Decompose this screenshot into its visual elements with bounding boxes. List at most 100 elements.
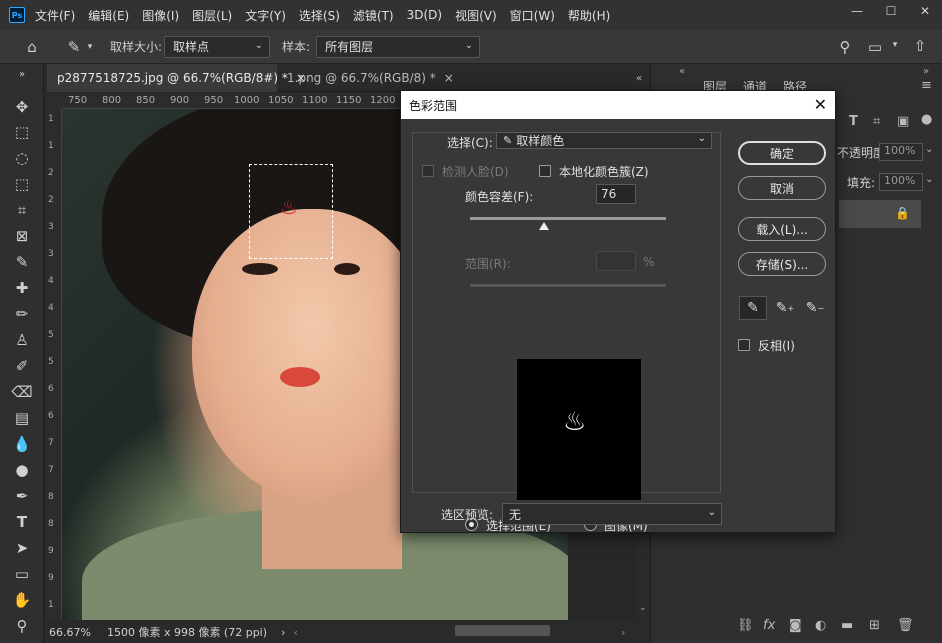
rectangle-tool-icon[interactable]: ▭ — [11, 563, 33, 585]
group-folder-icon[interactable]: ▬ — [841, 618, 853, 633]
selection-preview-select[interactable]: 无 ⌄ — [502, 503, 722, 525]
tab-document-2[interactable]: 1.png @ 66.7%(RGB/8) * × — [277, 64, 454, 92]
cancel-button[interactable]: 取消 — [738, 176, 826, 200]
marquee-tool-icon[interactable]: ⬚ — [11, 121, 33, 143]
chevron-down-icon[interactable]: ▾ — [890, 40, 900, 50]
opacity-field[interactable]: 100% — [879, 143, 923, 161]
close-icon[interactable]: ✕ — [814, 95, 827, 114]
sample-select[interactable]: 所有图层 ⌄ — [316, 35, 481, 58]
invert-checkbox[interactable] — [738, 339, 750, 351]
sample-size-select[interactable]: 取样点 ⌄ — [164, 35, 271, 58]
chevron-down-icon[interactable]: ⌄ — [639, 603, 647, 613]
menu-select[interactable]: 选择(S) — [299, 7, 340, 24]
collapse-icon[interactable]: » — [11, 68, 33, 80]
load-button[interactable]: 载入(L)... — [738, 217, 826, 241]
selection-mask-shape-icon: ♨ — [563, 407, 587, 437]
ok-button[interactable]: 确定 — [738, 141, 826, 165]
eyedropper-sample-icon[interactable]: ✎ — [739, 296, 767, 320]
eyedropper-add-icon[interactable]: ✎ + — [771, 296, 799, 320]
fuzziness-slider-thumb[interactable] — [539, 222, 550, 230]
menu-type[interactable]: 文字(Y) — [245, 7, 286, 24]
close-window-button[interactable]: ✕ — [908, 0, 942, 22]
dodge-tool-icon[interactable]: ● — [11, 459, 33, 481]
new-layer-icon[interactable]: ⊞ — [869, 618, 880, 633]
localized-clusters-checkbox[interactable] — [539, 165, 551, 177]
adjustment-layer-icon[interactable]: ◐ — [815, 618, 826, 633]
pen-tool-icon[interactable]: ✒ — [11, 485, 33, 507]
frame-tool-icon[interactable]: ⊠ — [11, 225, 33, 247]
localized-clusters-label: 本地化颜色簇(Z) — [559, 165, 649, 179]
menu-view[interactable]: 视图(V) — [455, 7, 497, 24]
chevron-right-icon[interactable]: › — [621, 626, 625, 639]
home-icon[interactable]: ⌂ — [20, 38, 44, 56]
range-slider-track[interactable] — [470, 284, 666, 287]
move-tool-icon[interactable]: ✥ — [11, 96, 33, 118]
filter-toggle-icon[interactable]: ● — [921, 112, 932, 127]
type-tool-icon[interactable]: T — [11, 511, 33, 533]
select-dropdown[interactable]: ✎ 取样颜色 ⌄ — [496, 132, 712, 149]
fuzziness-input[interactable]: 76 — [596, 184, 636, 204]
panel-menu-icon[interactable]: ≡ — [921, 78, 932, 93]
zoom-tool-icon[interactable]: ⚲ — [11, 615, 33, 637]
chevron-down-icon[interactable]: ⌄ — [925, 174, 933, 185]
fx-icon[interactable]: fx — [763, 618, 775, 633]
chevron-down-icon[interactable]: ⌄ — [925, 144, 933, 155]
collapse-icon[interactable]: « — [679, 66, 685, 77]
horizontal-scrollbar-thumb[interactable] — [455, 625, 550, 636]
menu-filter[interactable]: 滤镜(T) — [353, 7, 394, 24]
save-button[interactable]: 存储(S)... — [738, 252, 826, 276]
fuzziness-slider-track[interactable] — [470, 217, 666, 220]
trash-icon[interactable]: 🗑 — [897, 618, 914, 633]
fill-field[interactable]: 100% — [879, 173, 923, 191]
chevron-right-icon[interactable]: › — [281, 626, 285, 639]
menu-image[interactable]: 图像(I) — [142, 7, 179, 24]
expand-icon[interactable]: » — [923, 66, 929, 77]
tool-preset-chevron-icon[interactable]: ▾ — [84, 42, 96, 52]
eyedropper-tool-icon[interactable]: ✎ — [11, 251, 33, 273]
range-input[interactable] — [596, 251, 636, 271]
tab-document-1[interactable]: p2877518725.jpg @ 66.7%(RGB/8#) * × — [47, 64, 306, 92]
eraser-tool-icon[interactable]: ⌫ — [11, 381, 33, 403]
blur-tool-icon[interactable]: 💧 — [11, 433, 33, 455]
zoom-level[interactable]: 66.67% — [49, 626, 91, 639]
detect-faces-checkbox[interactable] — [422, 165, 434, 177]
selection-marquee[interactable] — [249, 164, 333, 259]
link-layers-icon[interactable]: ⛓ — [737, 618, 754, 633]
brush-tool-icon[interactable]: ✏ — [11, 303, 33, 325]
menu-3d[interactable]: 3D(D) — [407, 8, 442, 22]
smart-object-filter-icon[interactable]: ▣ — [897, 114, 909, 129]
minimize-button[interactable]: — — [840, 0, 874, 22]
healing-brush-tool-icon[interactable]: ✚ — [11, 277, 33, 299]
menu-layer[interactable]: 图层(L) — [192, 7, 232, 24]
type-filter-icon[interactable]: T — [849, 114, 858, 129]
selection-preview: ♨ — [517, 359, 641, 500]
ruler-tick: 3 — [48, 222, 54, 232]
menu-file[interactable]: 文件(F) — [35, 7, 75, 24]
path-select-tool-icon[interactable]: ➤ — [11, 537, 33, 559]
stamp-tool-icon[interactable]: ♙ — [11, 329, 33, 351]
shape-filter-icon[interactable]: ⌗ — [873, 114, 880, 129]
share-icon[interactable]: ⇧ — [910, 37, 930, 55]
chevron-left-icon[interactable]: ‹ — [293, 626, 297, 639]
history-brush-tool-icon[interactable]: ✐ — [11, 355, 33, 377]
menu-edit[interactable]: 编辑(E) — [88, 7, 129, 24]
eyedropper-icon[interactable]: ✎ — [64, 38, 84, 56]
menu-window[interactable]: 窗口(W) — [510, 7, 555, 24]
maximize-button[interactable]: ☐ — [874, 0, 908, 22]
collapse-icon[interactable]: « — [632, 64, 650, 92]
selection-preview-value: 无 — [509, 507, 522, 522]
menu-help[interactable]: 帮助(H) — [568, 7, 610, 24]
crop-tool-icon[interactable]: ⌗ — [11, 199, 33, 221]
workspace-icon[interactable]: ▭ — [866, 38, 884, 56]
dialog-title-bar[interactable]: 色彩范围 ✕ — [401, 91, 835, 119]
quick-select-tool-icon[interactable]: ⬚ — [11, 173, 33, 195]
hand-tool-icon[interactable]: ✋ — [11, 589, 33, 611]
eyedropper-subtract-icon[interactable]: ✎ − — [801, 296, 829, 320]
ruler-vertical: 1 1 2 2 3 3 4 4 5 5 6 6 7 7 8 8 9 9 1 — [45, 109, 62, 620]
lasso-tool-icon[interactable]: ◌ — [11, 147, 33, 169]
close-icon[interactable]: × — [444, 71, 454, 85]
search-icon[interactable]: ⚲ — [836, 38, 854, 56]
gradient-tool-icon[interactable]: ▤ — [11, 407, 33, 429]
layer-mask-icon[interactable]: ◙ — [789, 618, 802, 633]
layer-row[interactable]: 🔒 — [839, 200, 921, 228]
